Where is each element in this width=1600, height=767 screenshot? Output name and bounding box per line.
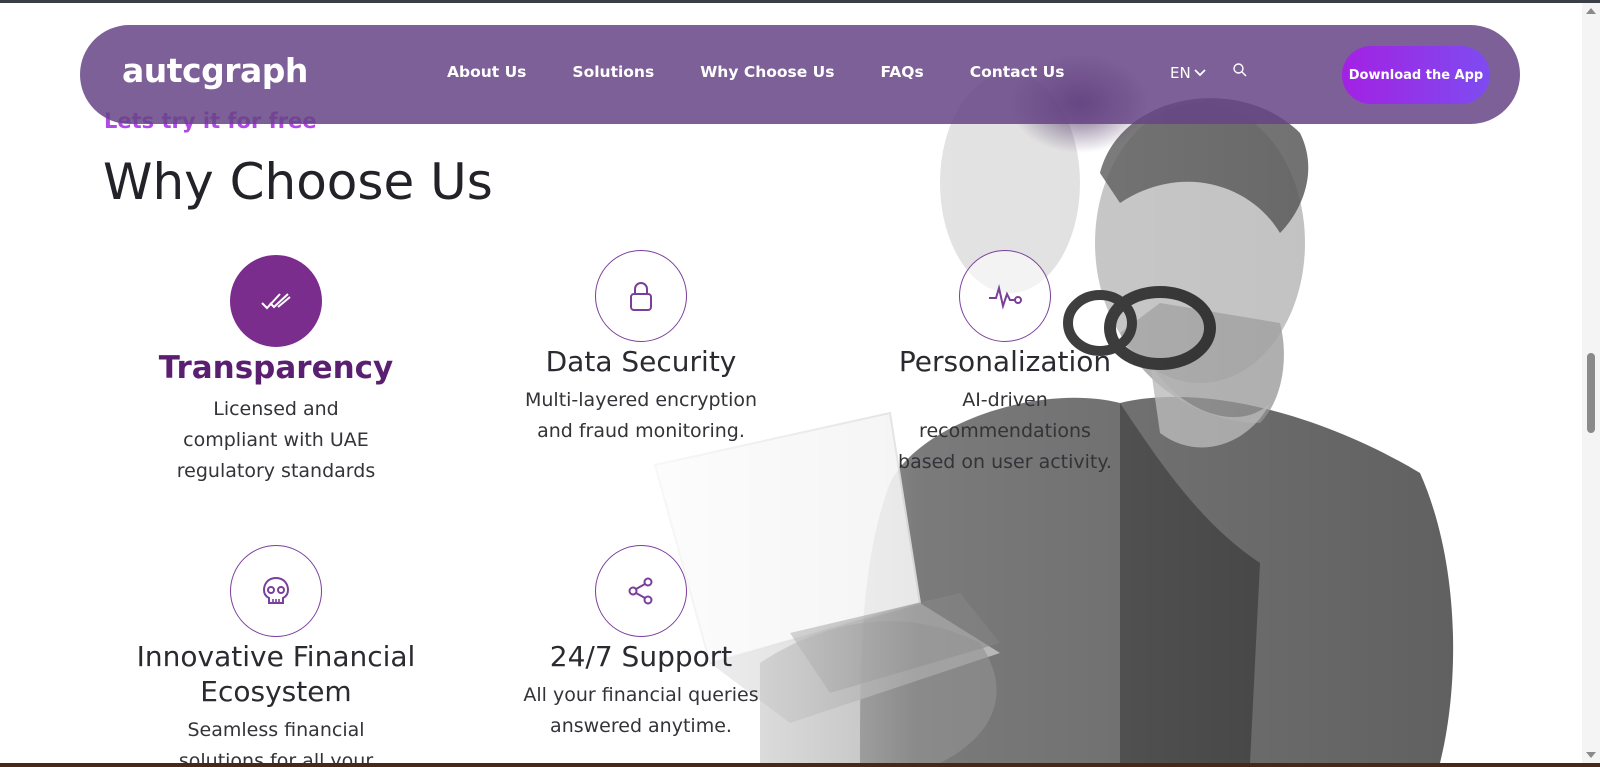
feature-desc-line: compliant with UAE xyxy=(183,428,369,451)
feature-title: Personalization xyxy=(898,345,1112,378)
top-navbar: autcgraph About Us Solutions Why Choose … xyxy=(80,25,1520,124)
share-icon xyxy=(595,545,687,637)
nav-solutions[interactable]: Solutions xyxy=(572,63,654,81)
search-icon[interactable] xyxy=(1232,62,1250,80)
feature-title: 24/7 Support xyxy=(549,640,733,673)
feature-desc-line: based on user activity. xyxy=(898,451,1112,473)
feature-title: Data Security xyxy=(545,345,737,378)
skull-icon xyxy=(230,545,322,637)
chevron-down-icon xyxy=(1194,69,1206,77)
feature-desc-line: solutions for all your xyxy=(178,750,374,763)
feature-24-7-support: 24/7 Support All your financial queries … xyxy=(491,545,791,742)
nav-why-choose-us[interactable]: Why Choose Us xyxy=(700,63,834,81)
feature-description: All your financial queries answered anyt… xyxy=(491,680,791,742)
feature-desc-line: and fraud monitoring. xyxy=(537,420,745,442)
feature-personalization: Personalization AI-driven recommendation… xyxy=(855,250,1155,478)
feature-desc-line: All your financial queries xyxy=(523,684,759,706)
language-selector[interactable]: EN xyxy=(1170,64,1206,82)
feature-desc-line: Licensed and xyxy=(213,397,339,420)
feature-description: Seamless financial solutions for all you… xyxy=(126,715,426,763)
feature-desc-line: regulatory standards xyxy=(176,459,376,482)
page-scrollbar[interactable] xyxy=(1582,3,1600,763)
scroll-down-arrow-icon[interactable] xyxy=(1586,752,1596,758)
feature-innovative-financial-ecosystem: Innovative Financial Ecosystem Seamless … xyxy=(126,545,426,763)
feature-transparency: Transparency Licensed and compliant with… xyxy=(126,255,426,487)
pulse-icon xyxy=(959,250,1051,342)
language-label: EN xyxy=(1170,64,1191,82)
feature-desc-line: Multi-layered encryption xyxy=(524,389,758,411)
scroll-up-arrow-icon[interactable] xyxy=(1586,8,1596,14)
browser-bottom-edge xyxy=(0,763,1600,767)
feature-data-security: Data Security Multi-layered encryption a… xyxy=(491,250,791,447)
section-title: Why Choose Us xyxy=(103,153,493,211)
feature-desc-line: answered anytime. xyxy=(550,715,732,737)
feature-description: Multi-layered encryption and fraud monit… xyxy=(491,385,791,447)
double-check-icon xyxy=(230,255,322,347)
feature-title: Innovative Financial Ecosystem xyxy=(136,640,416,708)
feature-title: Transparency xyxy=(158,350,394,386)
feature-description: Licensed and compliant with UAE regulato… xyxy=(126,394,426,487)
nav-faqs[interactable]: FAQs xyxy=(881,63,924,81)
feature-desc-line: AI-driven xyxy=(962,389,1048,411)
page-viewport: autcgraph About Us Solutions Why Choose … xyxy=(0,3,1582,763)
feature-desc-line: recommendations xyxy=(919,420,1091,442)
feature-description: AI-driven recommendations based on user … xyxy=(855,385,1155,478)
nav-links: About Us Solutions Why Choose Us FAQs Co… xyxy=(447,63,1110,81)
scrollbar-thumb[interactable] xyxy=(1587,353,1595,433)
nav-about-us[interactable]: About Us xyxy=(447,63,526,81)
lock-icon xyxy=(595,250,687,342)
feature-desc-line: Seamless financial xyxy=(187,719,365,741)
autograph-logo[interactable]: autcgraph xyxy=(122,51,308,90)
nav-contact-us[interactable]: Contact Us xyxy=(970,63,1065,81)
download-app-button[interactable]: Download the App xyxy=(1342,46,1490,104)
